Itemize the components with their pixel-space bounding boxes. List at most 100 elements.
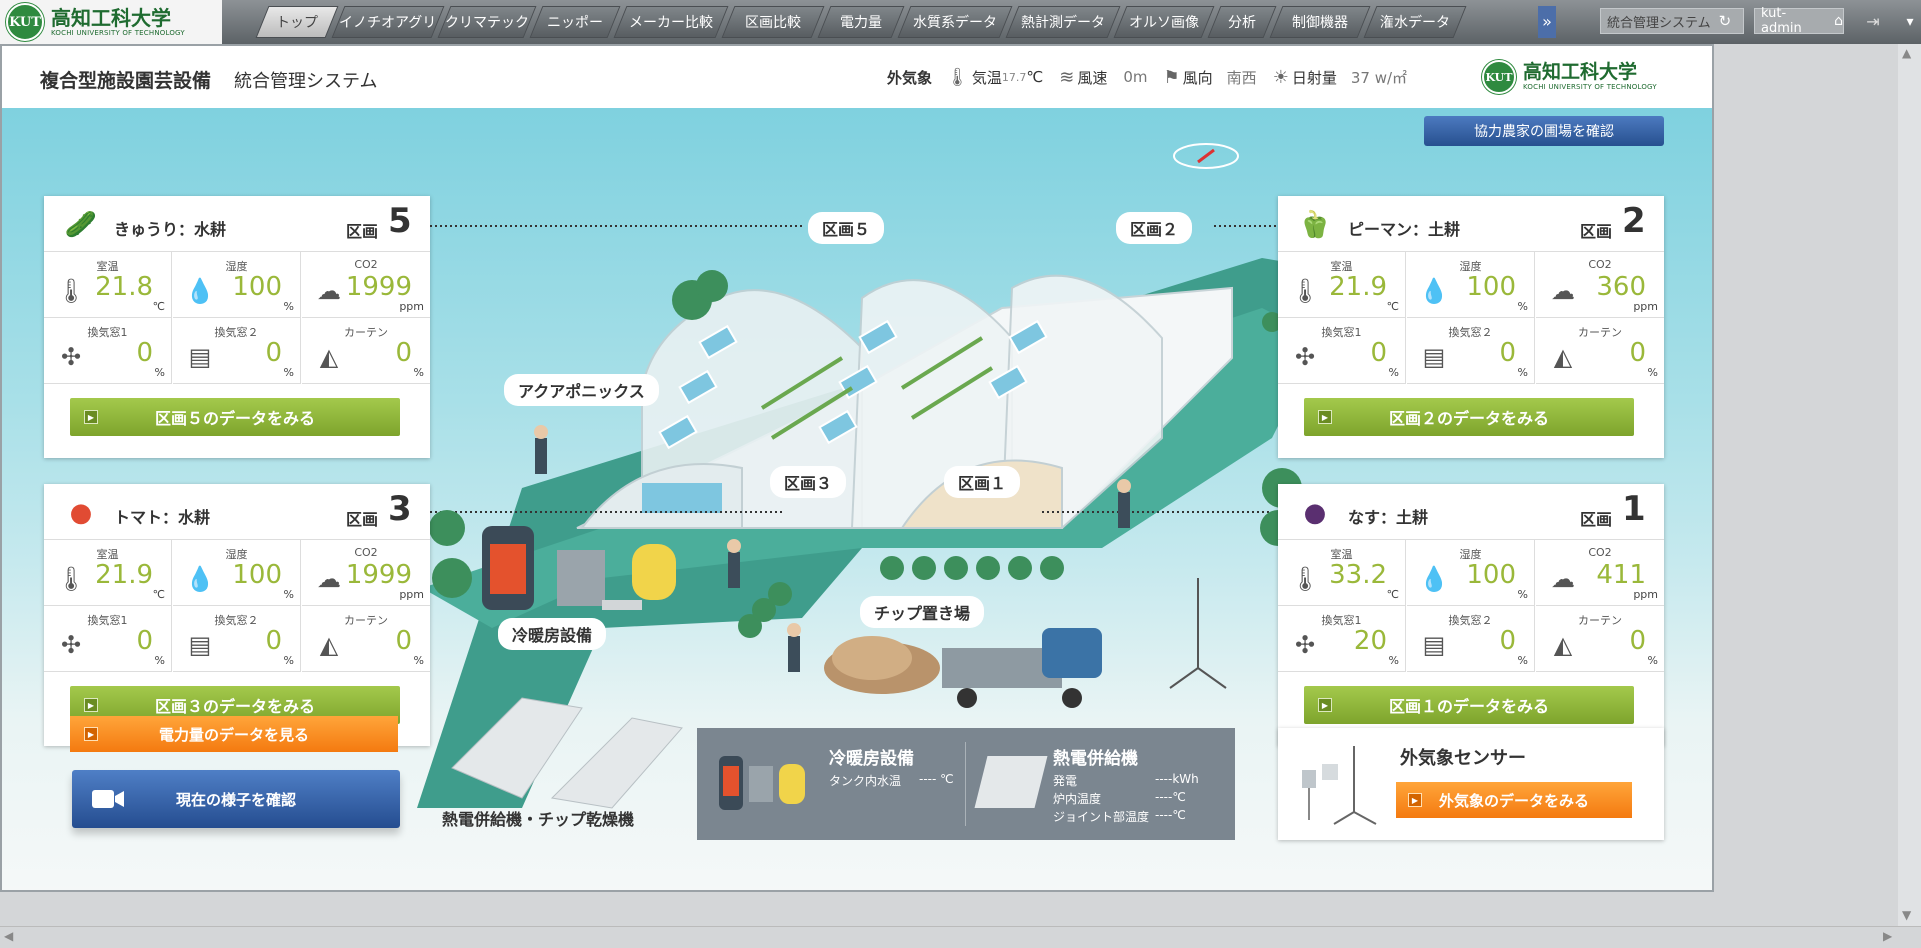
camera-button-label: 現在の様子を確認: [175, 790, 296, 809]
plot-data-button[interactable]: ▶ 区画２のデータをみる: [1304, 398, 1634, 436]
crop-label: なす：土耕: [1348, 508, 1429, 527]
logo-english: KOCHI UNIVERSITY OF TECHNOLOGY: [51, 28, 185, 37]
metric-room_temp: 室温 🌡 21.8 ℃: [44, 252, 172, 318]
metric-value: 360: [1596, 272, 1646, 302]
tab-5[interactable]: 区画比較: [721, 6, 825, 38]
plot-card-3: ● トマト：水耕 区画 3 室温 🌡 21.9 ℃ 湿度 💧 100 % CO2…: [44, 484, 430, 746]
thermometer-icon: 🌡: [55, 277, 87, 305]
tab-9[interactable]: オルソ画像: [1113, 6, 1215, 38]
weather-label: 外気象: [887, 68, 933, 87]
curtain-icon: ◭: [1553, 631, 1573, 659]
direction-value: 南西: [1226, 68, 1257, 87]
metric-room_temp: 室温 🌡 21.9 ℃: [44, 540, 172, 606]
tab-4[interactable]: メーカー比較: [613, 6, 729, 38]
scroll-right-icon[interactable]: ▶: [1883, 929, 1899, 945]
plot2-map-label[interactable]: 区画２: [1116, 212, 1193, 244]
live-camera-button[interactable]: 現在の様子を確認: [72, 770, 400, 828]
metric-humidity: 湿度 💧 100 %: [1407, 252, 1535, 318]
tab-3[interactable]: ニッポー: [529, 6, 621, 38]
scroll-up-icon[interactable]: ▲: [1902, 46, 1911, 60]
tab-12[interactable]: 潅水データ: [1363, 6, 1467, 38]
main-panel: 複合型施設園芸設備 統合管理システム 外気象 🌡 気温 17.7 ℃ ≋ 風速 …: [0, 44, 1714, 892]
plot-number: 5: [388, 201, 412, 241]
plot-number: 2: [1622, 201, 1646, 241]
metric-unit: ℃: [152, 300, 165, 313]
curtain-icon: ◭: [319, 343, 339, 371]
play-icon: ▶: [84, 410, 98, 424]
tab-8[interactable]: 熱計測データ: [1005, 6, 1121, 38]
tank-temp-value: ---- ℃: [919, 772, 954, 786]
metric-unit: ℃: [1386, 300, 1399, 313]
scroll-down-icon[interactable]: ▼: [1902, 908, 1911, 922]
tab-10[interactable]: 分析: [1207, 6, 1277, 38]
tab-label: トップ: [276, 15, 318, 31]
metric-unit: %: [283, 654, 294, 667]
chevron-down-icon[interactable]: ▾: [1902, 8, 1918, 36]
coop-farm-button[interactable]: 協力農家の圃場を確認: [1424, 116, 1664, 146]
metric-label: CO2: [354, 258, 378, 271]
tab-2[interactable]: クリマテック: [437, 6, 537, 38]
tab-11[interactable]: 制御機器: [1269, 6, 1371, 38]
solar-label: 日射量: [1291, 68, 1337, 87]
card-header: 🥒 きゅうり：水耕 区画 5: [44, 196, 430, 252]
metric-co2: CO2 ☁ 1999 ppm: [302, 540, 430, 606]
metric-co2: CO2 ☁ 1999 ppm: [302, 252, 430, 318]
metric-vent2: 換気窓２ ▤ 0 %: [1407, 606, 1535, 672]
play-icon: ▶: [1318, 410, 1332, 424]
tab-7[interactable]: 水質系データ: [897, 6, 1013, 38]
metric-value: 0: [395, 626, 412, 656]
metric-unit: ppm: [1633, 588, 1658, 601]
compass-icon: [1173, 143, 1239, 169]
aquaponics-label: アクアポニックス: [504, 374, 659, 406]
vent-window-icon: ✣: [1294, 631, 1316, 659]
weather-data-button[interactable]: ▶ 外気象のデータをみる: [1396, 782, 1632, 818]
wind-direction-icon: ⚑: [1163, 66, 1180, 88]
plot5-map-label[interactable]: 区画５: [808, 212, 885, 244]
plot-data-button[interactable]: ▶ 区画１のデータをみる: [1304, 686, 1634, 724]
power-data-button[interactable]: ▶ 電力量のデータを見る: [70, 716, 398, 752]
logo-name: 高知工科大学: [51, 5, 171, 30]
plot-data-button-label: 区画２のデータをみる: [1388, 409, 1549, 428]
weather-sensor-title: 外気象センサー: [1400, 748, 1526, 769]
logout-icon[interactable]: ⇥: [1860, 8, 1886, 34]
plot-data-button-label: 区画５のデータをみる: [154, 409, 315, 428]
tab-0[interactable]: トップ: [255, 6, 339, 38]
metric-value: 100: [1466, 272, 1516, 302]
side-vent-icon: ▤: [1422, 343, 1446, 371]
plot-data-button-label: 区画３のデータをみる: [154, 697, 315, 716]
user-menu[interactable]: kut-admin ⌂: [1754, 6, 1844, 36]
vertical-scrollbar[interactable]: ▲ ▼: [1898, 44, 1921, 926]
plot-data-button[interactable]: ▶ 区画５のデータをみる: [70, 398, 400, 436]
plot3-map-label[interactable]: 区画３: [770, 466, 847, 498]
metric-unit: %: [1647, 366, 1658, 379]
card-header: ● トマト：水耕 区画 3: [44, 484, 430, 540]
university-logo[interactable]: KUT 高知工科大学 KOCHI UNIVERSITY OF TECHNOLOG…: [0, 0, 222, 44]
joint-temp-value: ----℃: [1155, 808, 1186, 822]
cabinet-icon: [749, 766, 773, 802]
scroll-left-icon[interactable]: ◀: [4, 929, 20, 945]
system-menu[interactable]: 統合管理システム ↻: [1600, 8, 1744, 34]
header-logo: KUT 高知工科大学 KOCHI UNIVERSITY OF TECHNOLOG…: [1482, 60, 1657, 94]
chevron-double-down-icon[interactable]: »: [1538, 6, 1556, 38]
power-button-label: 電力量のデータを見る: [158, 725, 309, 744]
hvac-info-title: 冷暖房設備: [829, 749, 914, 769]
sun-icon: ☀: [1272, 66, 1289, 88]
refresh-icon[interactable]: ↻: [1719, 12, 1732, 30]
tab-label: 水質系データ: [913, 15, 997, 31]
plot1-map-label[interactable]: 区画１: [944, 466, 1021, 498]
metric-value: 0: [395, 338, 412, 368]
user-label: kut-admin: [1761, 6, 1802, 36]
play-icon: ▶: [1318, 698, 1332, 712]
metric-unit: ppm: [399, 300, 424, 313]
plot-card-2: 🫑 ピーマン：土耕 区画 2 室温 🌡 21.9 ℃ 湿度 💧 100 % CO…: [1278, 196, 1664, 458]
horizontal-scrollbar[interactable]: ◀ ▶: [0, 926, 1921, 948]
tab-6[interactable]: 電力量: [817, 6, 905, 38]
home-icon[interactable]: ⌂: [1834, 13, 1843, 29]
tab-1[interactable]: イノチオアグリ: [331, 6, 445, 38]
humidity-icon: 💧: [185, 277, 215, 305]
tab-label: 分析: [1228, 15, 1256, 31]
plot-word: 区画: [1580, 510, 1613, 529]
metric-label: CO2: [1588, 546, 1612, 559]
weather-button-label: 外気象のデータをみる: [1438, 791, 1589, 810]
metric-vent1: 換気窓1 ✣ 0 %: [44, 318, 172, 384]
